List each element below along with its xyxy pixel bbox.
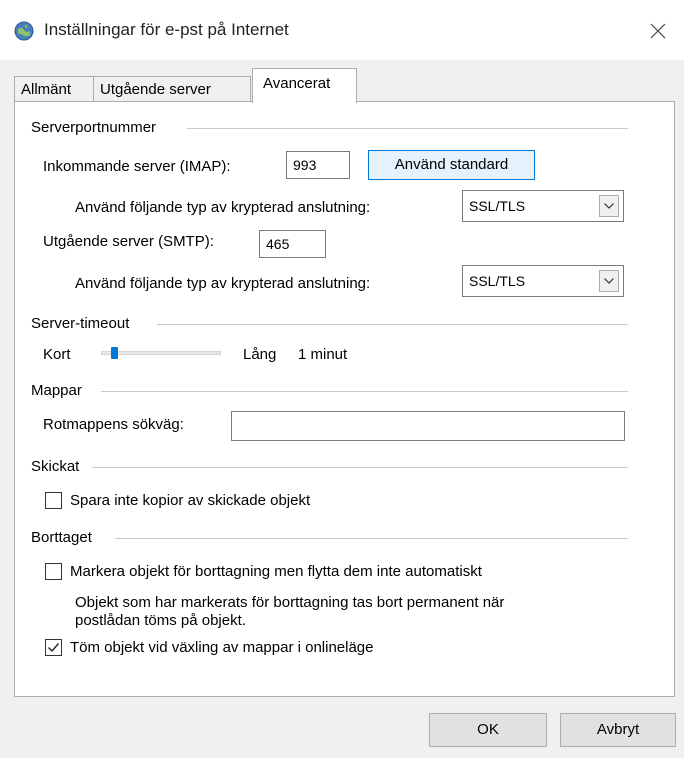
- folders-group-title: Mappar: [31, 382, 82, 399]
- title-bar: Inställningar för e-pst på Internet: [0, 0, 684, 60]
- close-button[interactable]: [640, 14, 676, 48]
- dont-save-sent-checkbox[interactable]: [45, 492, 62, 509]
- outgoing-encryption-value: SSL/TLS: [469, 273, 526, 289]
- window-title: Inställningar för e-pst på Internet: [44, 20, 289, 39]
- incoming-encryption-select[interactable]: SSL/TLS: [462, 190, 624, 222]
- root-path-input[interactable]: [231, 411, 625, 441]
- checkmark-icon: [48, 643, 60, 653]
- deleted-group-title: Borttaget: [31, 529, 92, 546]
- outgoing-port-input[interactable]: 465: [259, 230, 326, 258]
- close-icon: [650, 23, 666, 39]
- mark-for-deletion-label: Markera objekt för borttagning men flytt…: [70, 563, 482, 580]
- incoming-server-label: Inkommande server (IMAP):: [43, 158, 231, 175]
- sent-group-title: Skickat: [31, 458, 80, 475]
- root-path-label: Rotmappens sökväg:: [43, 416, 184, 433]
- mark-for-deletion-checkbox[interactable]: [45, 563, 62, 580]
- chevron-down-icon: [604, 278, 614, 284]
- incoming-encryption-label: Använd följande typ av krypterad anslutn…: [75, 199, 371, 216]
- purge-on-switch-checkbox[interactable]: [45, 639, 62, 656]
- divider: [115, 538, 628, 539]
- cancel-button[interactable]: Avbryt: [560, 713, 676, 747]
- divider: [101, 391, 628, 392]
- divider: [187, 128, 628, 129]
- server-timeout-group-title: Server-timeout: [31, 315, 130, 332]
- tab-advanced[interactable]: Avancerat: [252, 68, 357, 103]
- incoming-port-input[interactable]: 993: [286, 151, 350, 179]
- outgoing-server-label: Utgående server (SMTP):: [43, 233, 214, 250]
- use-default-button[interactable]: Använd standard: [368, 150, 535, 180]
- outgoing-encryption-select[interactable]: SSL/TLS: [462, 265, 624, 297]
- purge-on-switch-label: Töm objekt vid växling av mappar i onlin…: [70, 639, 374, 656]
- divider: [157, 324, 628, 325]
- tab-outgoing-server[interactable]: Utgående server: [93, 76, 251, 102]
- ok-button[interactable]: OK: [429, 713, 547, 747]
- internet-email-icon: [14, 21, 34, 41]
- outgoing-encryption-label: Använd följande typ av krypterad anslutn…: [75, 275, 371, 292]
- timeout-slider-track[interactable]: [101, 351, 221, 355]
- dont-save-sent-label: Spara inte kopior av skickade objekt: [70, 492, 311, 509]
- timeout-short-label: Kort: [43, 346, 71, 363]
- divider: [92, 467, 628, 468]
- server-ports-group-title: Serverportnummer: [31, 119, 157, 136]
- timeout-value: 1 minut: [298, 346, 348, 363]
- chevron-down-icon: [604, 203, 614, 209]
- timeout-long-label: Lång: [243, 346, 277, 363]
- incoming-encryption-value: SSL/TLS: [469, 198, 526, 214]
- advanced-panel: Serverportnummer Inkommande server (IMAP…: [14, 101, 675, 697]
- timeout-slider-thumb[interactable]: [111, 347, 118, 359]
- deletion-info-line2: postlådan töms på objekt.: [75, 612, 246, 629]
- deletion-info-line1: Objekt som har markerats för borttagning…: [75, 594, 505, 611]
- tab-general[interactable]: Allmänt: [14, 76, 94, 102]
